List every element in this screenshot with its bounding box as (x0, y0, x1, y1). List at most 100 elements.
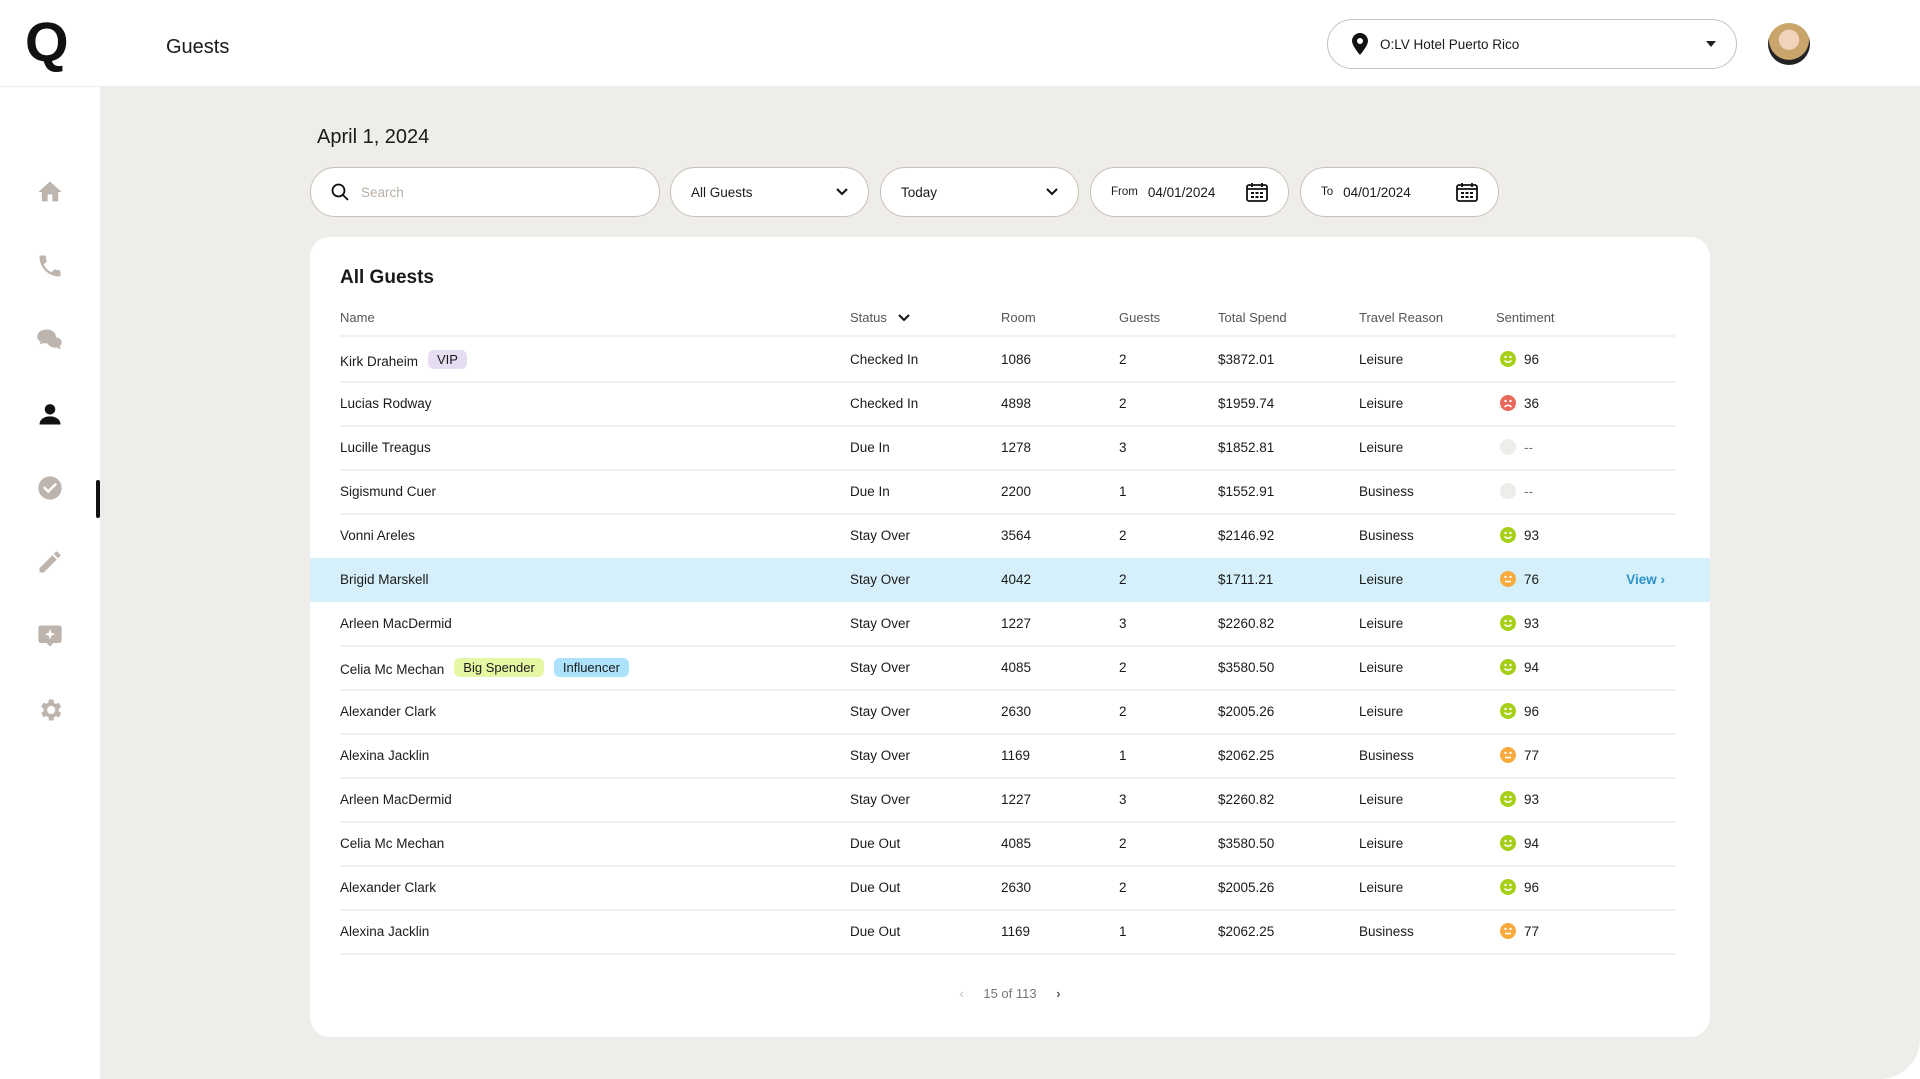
guest-name-text: Vonni Areles (340, 528, 416, 543)
calendar-icon[interactable] (1246, 182, 1268, 202)
status-header-label: Status (850, 310, 887, 325)
sentiment-happy-face-icon (1500, 615, 1516, 631)
table-row[interactable]: Lucille Treagus Due In 1278 3 $1852.81 Leisur… (310, 426, 1710, 470)
chat-icon[interactable] (36, 326, 64, 354)
table-row[interactable]: Alexina Jacklin Stay Over 1169 1 $2062.25 Bus… (310, 734, 1710, 778)
ai-message-icon[interactable] (36, 622, 64, 650)
location-select[interactable]: O:LV Hotel Puerto Rico (1327, 19, 1737, 69)
search-input[interactable]: Search (310, 167, 660, 217)
sentiment-score: 96 (1524, 880, 1540, 895)
column-header-sentiment[interactable]: Sentiment (1496, 310, 1555, 325)
period-value: Today (901, 184, 938, 200)
cell-sentiment: 93 (1500, 615, 1539, 631)
table-row[interactable]: Lucias Rodway Checked In 4898 2 $1959.74 Leis… (310, 382, 1710, 426)
cell-reason: Leisure (1359, 616, 1404, 631)
cell-guests: 1 (1119, 924, 1127, 939)
cell-guests: 2 (1119, 572, 1127, 587)
table-row[interactable]: Alexander Clark Stay Over 2630 2 $2005.26 Lei… (310, 690, 1710, 734)
table-row[interactable]: Celia Mc Mechan Due Out 4085 2 $3580.50 Leisu… (310, 822, 1710, 866)
cell-spend: $2062.25 (1218, 924, 1275, 939)
column-header-guests[interactable]: Guests (1119, 310, 1160, 325)
guest-name-text: Lucille Treagus (340, 440, 431, 455)
sentiment-score: 94 (1524, 660, 1540, 675)
cell-reason: Leisure (1359, 572, 1404, 587)
view-guest-link[interactable]: View › (1626, 572, 1665, 587)
calendar-icon[interactable] (1456, 182, 1478, 202)
cell-reason: Leisure (1359, 352, 1404, 367)
home-icon[interactable] (36, 178, 64, 206)
table-row[interactable]: Arleen MacDermid Stay Over 1227 3 $2260.82 Le… (310, 602, 1710, 646)
settings-gear-icon[interactable] (36, 696, 64, 724)
sentiment-neutral-face-icon (1500, 747, 1516, 763)
guest-tag: VIP (428, 350, 467, 369)
cell-sentiment: 96 (1500, 703, 1539, 719)
cell-spend: $3580.50 (1218, 836, 1275, 851)
pagination: ‹ 15 of 113 › (310, 986, 1710, 1001)
sentiment-none-face-icon (1500, 483, 1516, 499)
cell-reason: Business (1359, 484, 1414, 499)
guest-name-text: Brigid Marskell (340, 572, 429, 587)
cell-status: Stay Over (850, 704, 911, 719)
cell-reason: Leisure (1359, 440, 1404, 455)
guest-name: Lucias Rodway (340, 396, 432, 411)
cell-spend: $3580.50 (1218, 660, 1275, 675)
cell-sentiment: -- (1500, 439, 1533, 455)
table-row[interactable]: Brigid Marskell Stay Over 4042 2 $1711.21 Lei… (310, 558, 1710, 602)
app-logo[interactable]: Q (25, 14, 69, 70)
sentiment-happy-face-icon (1500, 879, 1516, 895)
guest-name: Alexander Clark (340, 880, 436, 895)
cell-spend: $1552.91 (1218, 484, 1275, 499)
table-row[interactable]: Alexina Jacklin Due Out 1169 1 $2062.25 Busin… (310, 910, 1710, 954)
guests-icon[interactable] (36, 400, 64, 428)
divider (340, 953, 1675, 955)
table-row[interactable]: Alexander Clark Due Out 2630 2 $2005.26 Leisu… (310, 866, 1710, 910)
guest-name: Kirk Draheim VIP (340, 350, 467, 371)
table-row[interactable]: Kirk Draheim VIP Checked In 1086 2 $3872.01 Le… (310, 338, 1710, 382)
table-row[interactable]: Arleen MacDermid Stay Over 1227 3 $2260.82 Le… (310, 778, 1710, 822)
sentiment-happy-face-icon (1500, 791, 1516, 807)
to-date-input[interactable]: To 04/01/2024 (1300, 167, 1499, 217)
guests-table-card: All Guests Name Status Room Guests Total… (310, 237, 1710, 1037)
to-label: To (1321, 186, 1334, 198)
guest-name: Celia Mc Mechan (340, 836, 444, 851)
cell-sentiment: 93 (1500, 527, 1539, 543)
column-header-travel-reason[interactable]: Travel Reason (1359, 310, 1443, 325)
chevron-down-icon (1046, 188, 1058, 196)
sentiment-score: 94 (1524, 836, 1540, 851)
column-header-room[interactable]: Room (1001, 310, 1036, 325)
guest-name: Vonni Areles (340, 528, 415, 543)
column-header-name[interactable]: Name (340, 310, 375, 325)
cell-spend: $2260.82 (1218, 616, 1275, 631)
cell-sentiment: 36 (1500, 395, 1539, 411)
guest-type-select[interactable]: All Guests (670, 167, 869, 217)
from-date-input[interactable]: From 04/01/2024 (1090, 167, 1289, 217)
phone-icon[interactable] (36, 252, 64, 280)
guest-name-text: Arleen MacDermid (340, 792, 452, 807)
pencil-icon[interactable] (36, 548, 64, 576)
column-header-status[interactable]: Status (850, 310, 911, 325)
cell-room: 1169 (1001, 748, 1031, 763)
cell-spend: $3872.01 (1218, 352, 1275, 367)
column-header-total-spend[interactable]: Total Spend (1218, 310, 1287, 325)
cell-guests: 1 (1119, 748, 1127, 763)
guest-name: Alexina Jacklin (340, 924, 429, 939)
chevron-down-icon (836, 188, 848, 196)
sentiment-score: 96 (1524, 704, 1540, 719)
cell-reason: Business (1359, 748, 1414, 763)
guest-name-text: Alexina Jacklin (340, 748, 430, 763)
cell-reason: Leisure (1359, 836, 1404, 851)
check-circle-icon[interactable] (36, 474, 64, 502)
cell-room: 4042 (1001, 572, 1032, 587)
user-avatar[interactable] (1768, 23, 1810, 65)
sentiment-score: 93 (1524, 528, 1540, 543)
table-row[interactable]: Celia Mc Mechan Big Spender Influencer Stay… (310, 646, 1710, 690)
cell-status: Due In (850, 440, 890, 455)
next-page-chevron-icon[interactable]: › (1056, 986, 1060, 1001)
page-indicator: 15 of 113 (983, 986, 1037, 1001)
guest-name-text: Alexina Jacklin (340, 924, 430, 939)
table-row[interactable]: Sigismund Cuer Due In 2200 1 $1552.91 Busines… (310, 470, 1710, 514)
prev-page-chevron-icon[interactable]: ‹ (959, 986, 963, 1001)
table-row[interactable]: Vonni Areles Stay Over 3564 2 $2146.92 Busine… (310, 514, 1710, 558)
guest-type-value: All Guests (691, 184, 753, 200)
period-select[interactable]: Today (880, 167, 1079, 217)
